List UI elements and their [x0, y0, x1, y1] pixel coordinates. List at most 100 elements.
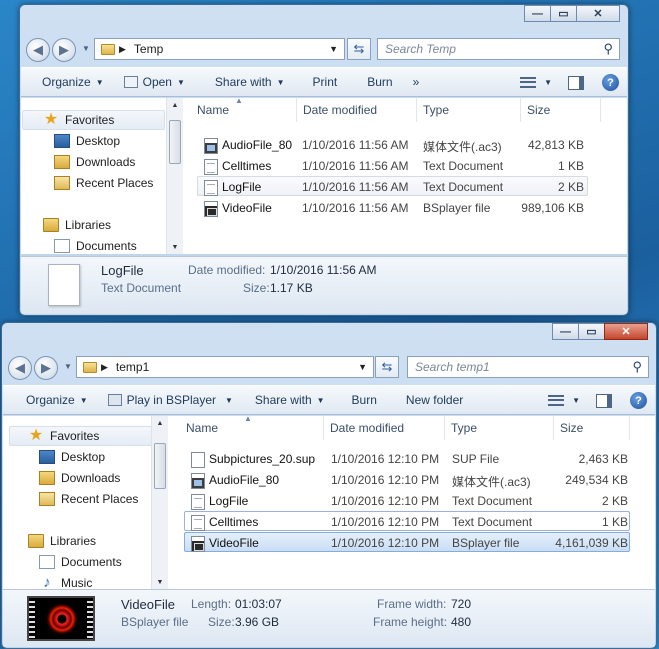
address-bar[interactable]: ▶ temp1 ▼: [76, 356, 374, 378]
view-dropdown-icon[interactable]: ▼: [544, 78, 552, 87]
breadcrumb-temp1[interactable]: temp1: [116, 360, 149, 374]
forward-button[interactable]: ▶: [34, 356, 58, 380]
scroll-up-icon[interactable]: ▲: [167, 98, 183, 112]
back-button[interactable]: ◀: [26, 38, 50, 62]
breadcrumb-arrow-icon[interactable]: ▶: [119, 44, 126, 55]
close-button[interactable]: ✕: [604, 323, 648, 340]
burn-button[interactable]: Burn: [367, 75, 392, 89]
nav-buttons: ◀ ▶: [8, 356, 62, 380]
file-row-celltimes[interactable]: Celltimes 1/10/2016 12:10 PM Text Docume…: [184, 511, 630, 531]
share-with-button[interactable]: Share with ▼: [215, 75, 285, 89]
scroll-thumb[interactable]: [169, 120, 181, 164]
column-header-type[interactable]: Type: [417, 98, 521, 122]
column-header-type[interactable]: Type: [445, 416, 554, 440]
folder-icon: [101, 43, 115, 55]
file-row-celltimes[interactable]: Celltimes 1/10/2016 11:56 AM Text Docume…: [197, 155, 585, 175]
maximize-button[interactable]: ▭: [550, 5, 577, 22]
sidebar-item-recent-places[interactable]: Recent Places: [54, 173, 153, 193]
close-button[interactable]: ✕: [576, 5, 620, 22]
nav-scrollbar[interactable]: ▲ ▼: [151, 416, 168, 589]
print-button[interactable]: Print: [313, 75, 338, 89]
file-row-audiofile-80[interactable]: AudioFile_80 1/10/2016 12:10 PM 媒体文件(.ac…: [184, 469, 630, 489]
address-dropdown-icon[interactable]: ▼: [329, 44, 338, 54]
address-dropdown-icon[interactable]: ▼: [358, 362, 367, 372]
libraries-header[interactable]: Libraries: [28, 531, 96, 551]
sidebar-item-recent-places[interactable]: Recent Places: [39, 489, 138, 509]
caption-buttons: — ▭ ✕: [524, 5, 620, 22]
star-icon: ★: [28, 427, 44, 444]
text-document-icon: [191, 515, 205, 531]
organize-button[interactable]: Organize ▼: [26, 393, 88, 407]
new-folder-button[interactable]: New folder: [406, 393, 463, 407]
help-icon[interactable]: ?: [630, 392, 647, 409]
burn-button[interactable]: Burn: [352, 393, 377, 407]
file-row-subpictures[interactable]: Subpictures_20.sup 1/10/2016 12:10 PM SU…: [184, 448, 630, 468]
search-icon[interactable]: ⚲: [632, 359, 642, 375]
address-row: ◀ ▶ ▼ ▶ temp1 ▼ ⇆ Search temp1 ⚲: [2, 354, 656, 380]
open-button[interactable]: Open ▼: [123, 75, 185, 89]
file-row-videofile[interactable]: VideoFile 1/10/2016 12:10 PM BSplayer fi…: [184, 532, 630, 552]
chevron-down-icon: ▼: [176, 77, 185, 87]
libraries-header[interactable]: Libraries: [43, 215, 111, 235]
column-header-name[interactable]: ▲ Name: [191, 96, 297, 122]
content-area: ★ Favorites Desktop Downloads Recent Plac…: [3, 414, 655, 590]
change-view-icon[interactable]: [520, 76, 537, 90]
address-row: ◀ ▶ ▼ ▶ Temp ▼ ⇆ Search Temp ⚲: [20, 36, 628, 62]
help-icon[interactable]: ?: [602, 74, 619, 91]
file-row-audiofile-80[interactable]: AudioFile_80 1/10/2016 11:56 AM 媒体文件(.ac…: [197, 134, 585, 154]
search-input[interactable]: Search temp1 ⚲: [407, 356, 649, 378]
maximize-button[interactable]: ▭: [578, 323, 605, 340]
preview-pane-icon[interactable]: [568, 75, 584, 90]
text-document-icon: [48, 264, 80, 306]
view-dropdown-icon[interactable]: ▼: [572, 396, 580, 405]
media-file-icon: [191, 473, 205, 489]
share-with-button[interactable]: Share with ▼: [255, 393, 325, 407]
preview-pane-icon[interactable]: [596, 393, 612, 408]
more-commands-button[interactable]: »: [413, 75, 420, 89]
search-input[interactable]: Search Temp ⚲: [377, 38, 620, 60]
refresh-button[interactable]: ⇆: [375, 356, 399, 378]
scroll-down-icon[interactable]: ▼: [167, 240, 183, 254]
minimize-button[interactable]: —: [552, 323, 579, 340]
change-view-icon[interactable]: [548, 394, 565, 408]
minimize-button[interactable]: —: [524, 5, 551, 22]
recent-pages-dropdown-icon[interactable]: ▼: [64, 362, 72, 371]
file-row-logfile[interactable]: LogFile 1/10/2016 12:10 PM Text Document…: [184, 490, 630, 510]
column-header-name[interactable]: ▲ Name: [180, 414, 324, 440]
favorites-header[interactable]: ★ Favorites: [9, 426, 152, 446]
explorer-window-temp1[interactable]: — ▭ ✕ ◀ ▶ ▼ ▶ temp1 ▼ ⇆ Search temp1 ⚲ O…: [1, 322, 657, 649]
scroll-down-icon[interactable]: ▼: [152, 575, 168, 589]
refresh-button[interactable]: ⇆: [347, 38, 371, 60]
sidebar-item-downloads[interactable]: Downloads: [54, 152, 135, 172]
organize-button[interactable]: Organize ▼: [42, 75, 104, 89]
play-in-bsplayer-button[interactable]: Play in BSPlayer ▼: [107, 393, 233, 407]
scroll-thumb[interactable]: [154, 443, 166, 489]
text-document-icon: [191, 494, 205, 510]
forward-button[interactable]: ▶: [52, 38, 76, 62]
sidebar-item-documents[interactable]: Documents: [54, 236, 137, 256]
details-frame-width-value: 720: [451, 597, 472, 611]
sidebar-item-desktop[interactable]: Desktop: [39, 447, 105, 467]
back-button[interactable]: ◀: [8, 356, 32, 380]
search-icon[interactable]: ⚲: [603, 41, 613, 57]
scroll-up-icon[interactable]: ▲: [152, 416, 168, 430]
file-row-logfile[interactable]: LogFile 1/10/2016 11:56 AM Text Document…: [197, 176, 588, 196]
sidebar-item-documents[interactable]: Documents: [39, 552, 122, 572]
breadcrumb-arrow-icon[interactable]: ▶: [101, 362, 108, 373]
address-bar[interactable]: ▶ Temp ▼: [94, 38, 345, 60]
explorer-window-temp[interactable]: — ▭ ✕ ◀ ▶ ▼ ▶ Temp ▼ ⇆ Search Temp ⚲ Org…: [19, 4, 629, 316]
sidebar-item-downloads[interactable]: Downloads: [39, 468, 120, 488]
details-file-type: BSplayer file: [121, 615, 189, 629]
video-thumbnail: [27, 596, 95, 641]
breadcrumb-temp[interactable]: Temp: [134, 42, 163, 56]
caption-buttons: — ▭ ✕: [552, 323, 648, 340]
nav-scrollbar[interactable]: ▲ ▼: [166, 98, 183, 254]
column-header-size[interactable]: Size: [554, 416, 630, 440]
column-header-date[interactable]: Date modified: [297, 98, 417, 122]
column-header-date[interactable]: Date modified: [324, 416, 445, 440]
favorites-header[interactable]: ★ Favorites: [22, 110, 165, 130]
sidebar-item-desktop[interactable]: Desktop: [54, 131, 120, 151]
recent-pages-dropdown-icon[interactable]: ▼: [82, 44, 90, 53]
file-row-videofile[interactable]: VideoFile 1/10/2016 11:56 AM BSplayer fi…: [197, 197, 585, 217]
column-header-size[interactable]: Size: [521, 98, 601, 122]
